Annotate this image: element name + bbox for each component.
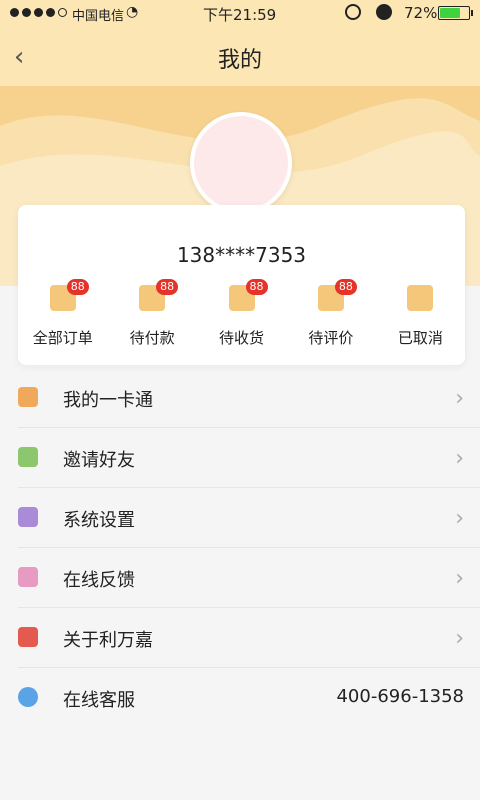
alarm-icon [376, 4, 392, 20]
avatar[interactable] [190, 112, 292, 214]
menu-label: 在线反馈 [63, 570, 135, 591]
order-card: 138****7353 88 全部订单 88 待付款 88 待收货 88 待评价… [18, 205, 465, 365]
order-unreviewed[interactable]: 88 待评价 [286, 279, 375, 348]
order-badge: 88 [245, 279, 268, 295]
settings-menu: 我的一卡通 › 邀请好友 › 系统设置 › 在线反馈 › 关于利万嘉 › 在线客… [0, 368, 480, 727]
carrier-name: 中国电信 [72, 9, 125, 24]
info-icon [18, 627, 38, 647]
battery-percent: 72% [404, 4, 438, 22]
page-title: 我的 [217, 48, 262, 73]
chevron-right-icon: › [455, 566, 464, 591]
service-phone[interactable]: 400-696-1358 [336, 686, 464, 707]
wifi-icon: ◔ [126, 4, 139, 20]
headset-icon [18, 687, 38, 707]
order-label: 待评价 [308, 329, 354, 347]
chevron-right-icon: › [455, 446, 464, 471]
nav-bar: ‹ 我的 [0, 28, 480, 86]
order-badge: 88 [66, 279, 89, 295]
menu-label: 在线客服 [63, 690, 135, 711]
rotation-lock-icon [345, 4, 361, 20]
order-status-row: 88 全部订单 88 待付款 88 待收货 88 待评价 已取消 [18, 279, 465, 348]
menu-item-about[interactable]: 关于利万嘉 › [18, 608, 480, 668]
gear-icon [18, 507, 38, 527]
order-unreceived[interactable]: 88 待收货 [197, 279, 286, 348]
chevron-right-icon: › [455, 506, 464, 531]
order-all[interactable]: 88 全部订单 [18, 279, 107, 348]
chevron-right-icon: › [455, 626, 464, 651]
signal-strength-icon [10, 8, 67, 17]
user-phone: 138****7353 [176, 243, 307, 267]
cancel-clipboard-icon [407, 285, 434, 311]
order-label: 待付款 [129, 329, 175, 347]
crown-icon [18, 387, 38, 407]
order-cancelled[interactable]: 已取消 [376, 285, 465, 348]
order-unpaid[interactable]: 88 待付款 [107, 279, 196, 348]
order-badge: 88 [334, 279, 357, 295]
menu-label: 关于利万嘉 [63, 630, 153, 651]
status-bar: 中国电信 ◔ 下午21:59 72% [0, 0, 480, 28]
menu-label: 邀请好友 [63, 450, 135, 471]
menu-item-invite[interactable]: 邀请好友 › [18, 428, 480, 488]
menu-item-service[interactable]: 在线客服 400-696-1358 [18, 668, 480, 727]
menu-item-feedback[interactable]: 在线反馈 › [18, 548, 480, 608]
menu-label: 我的一卡通 [63, 390, 153, 411]
order-label: 待收货 [219, 329, 265, 347]
order-label: 全部订单 [32, 329, 93, 347]
order-label: 已取消 [397, 329, 443, 347]
chevron-right-icon: › [455, 386, 464, 411]
add-friend-icon [18, 447, 38, 467]
menu-item-settings[interactable]: 系统设置 › [18, 488, 480, 548]
status-time: 下午21:59 [203, 6, 277, 24]
order-badge: 88 [156, 279, 179, 295]
menu-item-card[interactable]: 我的一卡通 › [18, 368, 480, 428]
menu-label: 系统设置 [63, 510, 135, 531]
feedback-icon [18, 567, 38, 587]
battery-icon [438, 6, 473, 20]
